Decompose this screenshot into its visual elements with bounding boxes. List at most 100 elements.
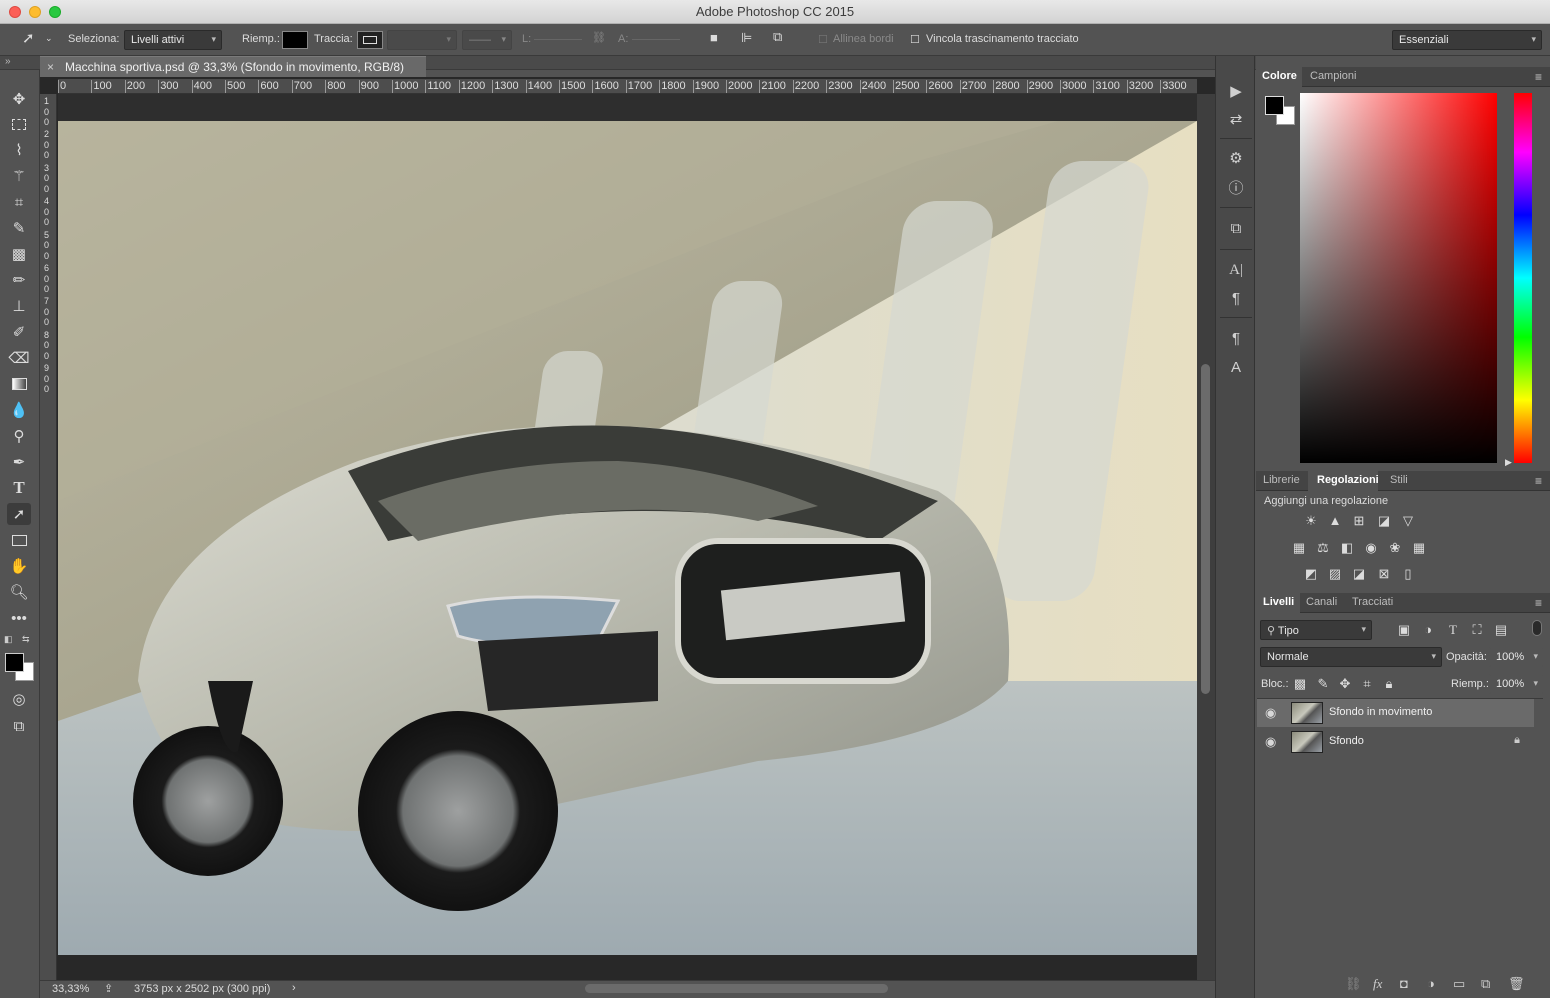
lock-position-icon[interactable]: ✥ [1336, 676, 1354, 692]
brightness-contrast-icon[interactable]: ☀ [1302, 513, 1320, 529]
share-icon[interactable]: ⇪ [104, 982, 113, 995]
levels-icon[interactable]: ▲ [1326, 513, 1344, 529]
blend-mode-dropdown[interactable]: Normale ▾ [1260, 647, 1442, 667]
hue-slider-handle[interactable]: ▶ [1505, 457, 1512, 468]
actions-icon[interactable]: ▶ [1224, 81, 1248, 103]
exposure-icon[interactable]: ◪ [1375, 513, 1393, 529]
fill-field[interactable]: 100% ▾ [1489, 674, 1544, 694]
path-alignment-icon[interactable]: ⊫ [741, 30, 752, 46]
tab-librerie[interactable]: Librerie [1263, 474, 1300, 486]
layer-name[interactable]: Sfondo [1329, 735, 1364, 747]
fill-swatch[interactable] [282, 31, 308, 49]
expand-toolbar-icon[interactable]: » [5, 56, 11, 67]
new-adjustment-layer-icon[interactable]: ◑ [1427, 976, 1435, 991]
filter-toggle[interactable] [1532, 620, 1542, 636]
width-input[interactable] [534, 39, 582, 40]
lock-transparency-icon[interactable]: ▩ [1291, 676, 1309, 692]
panel-menu-icon[interactable]: ≡ [1535, 474, 1542, 488]
lock-artboard-icon[interactable]: ⌗ [1358, 676, 1376, 692]
path-operations-icon[interactable]: ■ [710, 30, 718, 45]
status-menu-arrow[interactable]: › [292, 982, 296, 994]
posterize-icon[interactable]: ▨ [1326, 566, 1344, 582]
tab-canali[interactable]: Canali [1306, 596, 1337, 608]
panel-menu-icon[interactable]: ≡ [1535, 596, 1542, 610]
quick-mask-icon[interactable]: ◎ [7, 688, 31, 710]
lock-all-icon[interactable]: 🔒︎ [1380, 676, 1398, 692]
add-mask-icon[interactable]: ◘ [1400, 976, 1408, 991]
minimize-window-button[interactable] [29, 6, 41, 18]
image-canvas[interactable] [58, 121, 1197, 955]
workspace-dropdown[interactable]: Essenziali ▾ [1392, 30, 1542, 50]
zoom-window-button[interactable] [49, 6, 61, 18]
chevron-down-icon[interactable]: ⌄ [45, 33, 53, 44]
gradient-tool-icon[interactable] [7, 373, 31, 395]
tab-stili[interactable]: Stili [1390, 474, 1408, 486]
layer-name[interactable]: Sfondo in movimento [1329, 706, 1432, 718]
blur-tool-icon[interactable]: 💧 [7, 399, 31, 421]
properties-icon[interactable]: ⚙ [1224, 148, 1248, 170]
pen-tool-icon[interactable]: ✒ [7, 451, 31, 473]
tab-campioni[interactable]: Campioni [1310, 70, 1356, 82]
hand-tool-icon[interactable]: ✋ [7, 555, 31, 577]
opacity-field[interactable]: 100% ▾ [1489, 647, 1544, 667]
color-field[interactable] [1300, 93, 1497, 463]
color-lookup-icon[interactable]: ▦ [1410, 540, 1428, 556]
gradient-map-icon[interactable]: ▯ [1399, 566, 1417, 582]
lock-pixels-icon[interactable]: ✎ [1314, 676, 1332, 692]
visibility-eye-icon[interactable]: ◉ [1265, 705, 1276, 721]
invert-icon[interactable]: ◩ [1302, 566, 1320, 582]
type-tool-icon[interactable]: T [7, 477, 31, 499]
new-group-icon[interactable]: ▭ [1453, 976, 1465, 992]
stroke-width-field[interactable]: ▾ [387, 30, 457, 50]
clone-stamp-tool-icon[interactable]: ⊥ [7, 295, 31, 317]
layer-filter-dropdown[interactable]: ⚲ Tipo ▾ [1260, 620, 1372, 640]
stroke-type-dropdown[interactable]: —— ▾ [462, 30, 512, 50]
close-window-button[interactable] [9, 6, 21, 18]
color-balance-icon[interactable]: ⚖ [1314, 540, 1332, 556]
healing-brush-tool-icon[interactable]: ▩ [7, 243, 31, 265]
curves-icon[interactable]: ⊞ [1350, 513, 1368, 529]
dodge-tool-icon[interactable]: ⚲ [7, 425, 31, 447]
link-layers-icon[interactable]: ⛓ [1345, 976, 1362, 992]
character-styles-icon[interactable]: A [1224, 357, 1248, 379]
crop-tool-icon[interactable]: ⌗ [7, 191, 31, 213]
zoom-level[interactable]: 33,33% [52, 983, 89, 995]
move-tool-icon[interactable]: ✥ [7, 88, 31, 110]
vertical-scroll-thumb[interactable] [1201, 364, 1210, 694]
swap-colors-icon[interactable]: ⇆ [22, 634, 30, 645]
tab-livelli[interactable]: Livelli [1263, 596, 1294, 608]
filter-shape-icon[interactable]: ⛶ [1468, 622, 1486, 638]
vibrance-icon[interactable]: ▽ [1399, 513, 1417, 529]
default-colors-icon[interactable]: ◧ [4, 634, 13, 645]
path-selection-tool-icon[interactable]: ➚ [7, 503, 31, 525]
select-dropdown[interactable]: Livelli attivi ▾ [124, 30, 222, 50]
paragraph-icon[interactable]: ¶ [1224, 288, 1248, 310]
path-arrangement-icon[interactable]: ⧉ [773, 29, 782, 45]
more-tools-icon[interactable]: ••• [7, 607, 31, 629]
black-white-icon[interactable]: ◧ [1338, 540, 1356, 556]
eyedropper-tool-icon[interactable]: ✎ [7, 217, 31, 239]
photo-filter-icon[interactable]: ◉ [1362, 540, 1380, 556]
brush-presets-icon[interactable]: ⧉ [1224, 218, 1248, 240]
layer-row[interactable]: ◉ Sfondo 🔒︎ [1257, 728, 1534, 756]
tab-tracciati[interactable]: Tracciati [1352, 596, 1393, 608]
height-input[interactable] [632, 39, 680, 40]
foreground-color-swatch[interactable] [5, 653, 24, 672]
threshold-icon[interactable]: ◪ [1350, 566, 1368, 582]
move-tool-preset-icon[interactable]: ➚ [22, 29, 35, 47]
lasso-tool-icon[interactable]: ⌇ [7, 139, 31, 161]
zoom-tool-icon[interactable]: 🔍︎ [7, 581, 31, 603]
screen-mode-icon[interactable]: ⧉ [7, 715, 31, 737]
hue-slider[interactable] [1514, 93, 1532, 463]
brush-tool-icon[interactable]: ✏ [7, 269, 31, 291]
constrain-path-checkbox[interactable]: ☐ [910, 33, 920, 46]
history-icon[interactable]: ⇄ [1224, 109, 1248, 131]
character-icon[interactable]: A| [1224, 259, 1248, 281]
filter-adjustment-icon[interactable]: ◑ [1419, 622, 1437, 638]
tab-colore[interactable]: Colore [1262, 70, 1297, 82]
visibility-eye-icon[interactable]: ◉ [1265, 734, 1276, 750]
channel-mixer-icon[interactable]: ❀ [1386, 540, 1404, 556]
layer-style-icon[interactable]: fx [1373, 976, 1382, 992]
new-layer-icon[interactable]: ⧉ [1481, 976, 1490, 992]
stroke-swatch[interactable] [357, 31, 383, 49]
